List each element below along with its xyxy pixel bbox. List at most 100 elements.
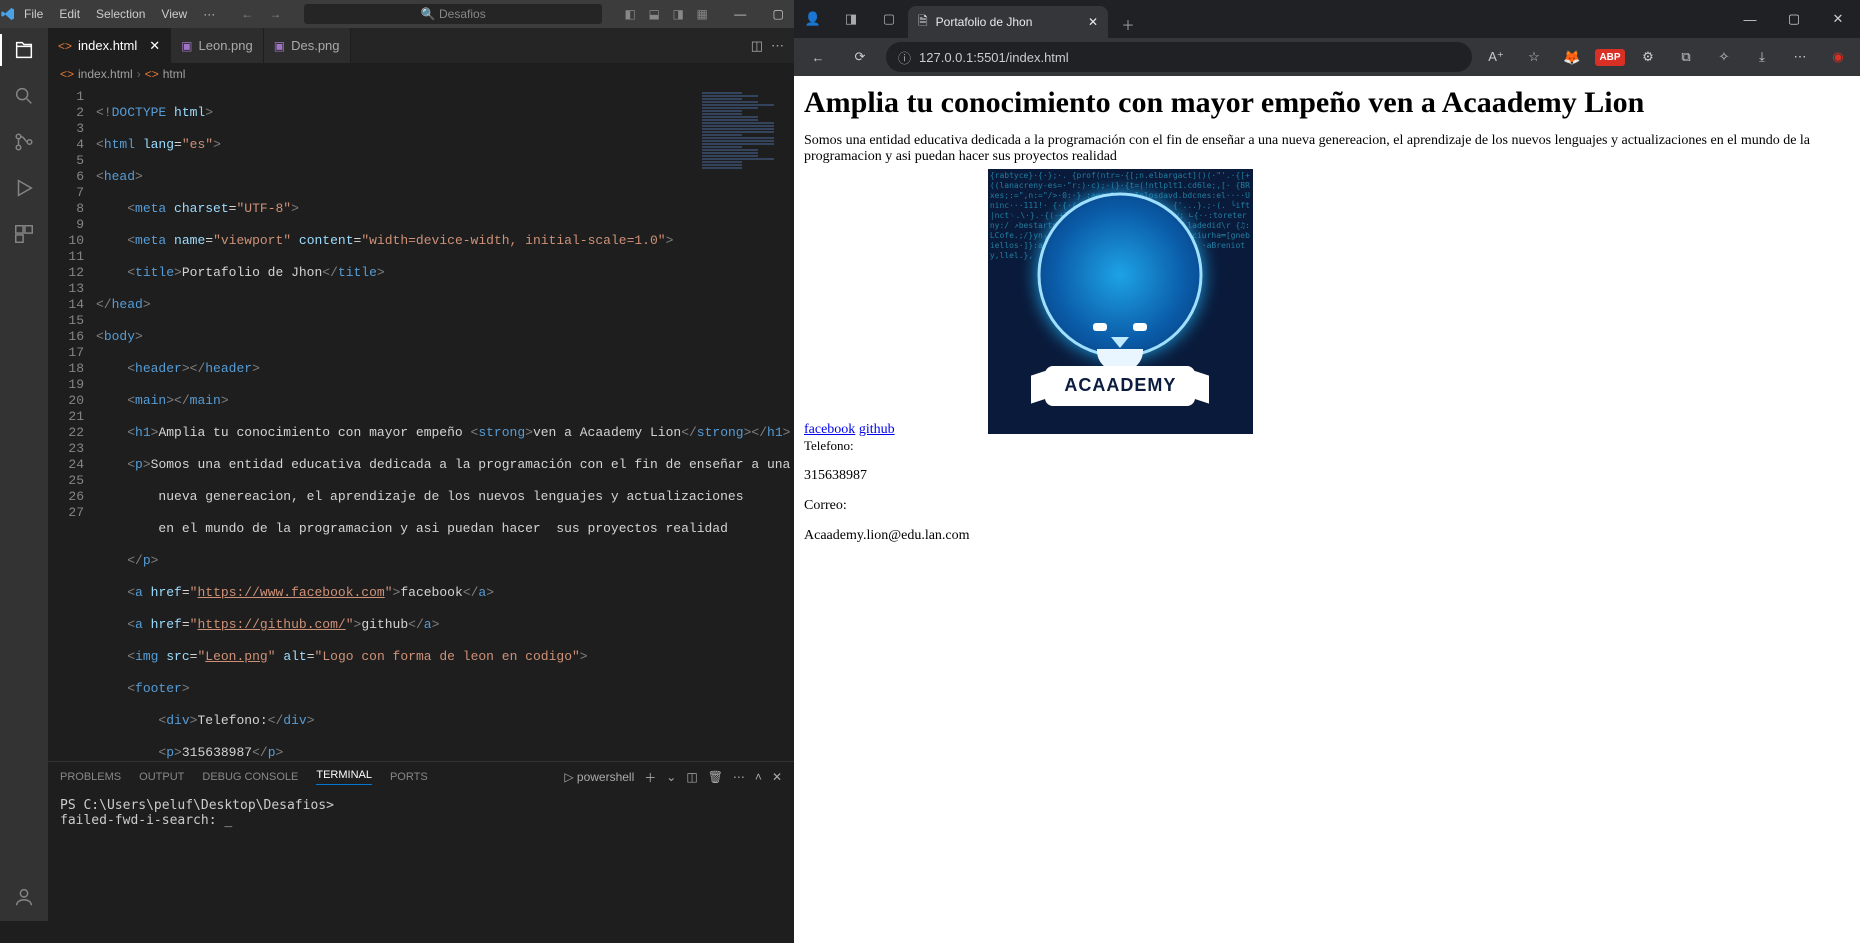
- nav-arrows: ← →: [235, 5, 287, 23]
- minimize-icon[interactable]: ―: [1728, 0, 1772, 38]
- html-file-icon: <>: [58, 39, 72, 53]
- layout-right-icon[interactable]: ◨: [667, 3, 689, 25]
- tab-des-png[interactable]: ▣ Des.png: [264, 28, 351, 63]
- collections-icon[interactable]: ⧉: [1672, 43, 1700, 71]
- read-aloud-icon[interactable]: A⁺: [1482, 43, 1510, 71]
- menu-overflow-icon[interactable]: ···: [195, 3, 223, 25]
- window-controls: ― ▢ ✕: [1728, 0, 1860, 38]
- favorites-bar-icon[interactable]: ✧: [1710, 43, 1738, 71]
- search-activity-icon[interactable]: [10, 82, 38, 110]
- profile-icon[interactable]: 👤: [794, 0, 832, 38]
- minimap[interactable]: [702, 91, 782, 151]
- tab-leon-png[interactable]: ▣ Leon.png: [171, 28, 264, 63]
- nav-back-icon[interactable]: ←: [802, 41, 834, 73]
- tab-label: Leon.png: [199, 38, 253, 53]
- code-editor[interactable]: 1234567891011121314151617181920212223242…: [48, 85, 794, 761]
- more-icon[interactable]: ⋯: [1786, 43, 1814, 71]
- vscode-body: <> index.html ✕ ▣ Leon.png ▣ Des.png ◫ ⋯: [0, 28, 794, 921]
- panel-close-icon[interactable]: ✕: [772, 770, 782, 784]
- facebook-link[interactable]: facebook: [804, 422, 855, 437]
- tab-label: Des.png: [291, 38, 339, 53]
- nav-refresh-icon[interactable]: ⟳: [844, 41, 876, 73]
- browser-window: 👤 ◨ ▢ 🗎 Portafolio de Jhon ✕ ＋ ― ▢ ✕ ← ⟳…: [794, 0, 1860, 943]
- github-link[interactable]: github: [859, 422, 895, 437]
- browser-titlebar: 👤 ◨ ▢ 🗎 Portafolio de Jhon ✕ ＋ ― ▢ ✕: [794, 0, 1860, 38]
- html-file-icon: <>: [60, 67, 74, 81]
- tab-close-icon[interactable]: ✕: [1088, 15, 1098, 29]
- new-tab-icon[interactable]: ＋: [1114, 10, 1142, 38]
- terminal-body[interactable]: PS C:\Users\peluf\Desktop\Desafios> fail…: [48, 792, 794, 921]
- kill-terminal-icon[interactable]: 🗑: [708, 770, 723, 784]
- site-info-icon[interactable]: ⓘ: [898, 48, 911, 67]
- menu-view[interactable]: View: [153, 3, 195, 25]
- breadcrumb-node: html: [163, 67, 186, 81]
- panel-tab-terminal[interactable]: TERMINAL: [316, 769, 372, 785]
- tab-index-html[interactable]: <> index.html ✕: [48, 28, 171, 63]
- source-control-icon[interactable]: [10, 128, 38, 156]
- close-icon[interactable]: ✕: [1816, 0, 1860, 38]
- layout-grid-icon[interactable]: ▦: [691, 3, 713, 25]
- favorite-icon[interactable]: ☆: [1520, 43, 1548, 71]
- nav-back-icon[interactable]: ←: [235, 5, 259, 23]
- breadcrumb[interactable]: <> index.html › <> html: [48, 63, 794, 85]
- vscode-titlebar: File Edit Selection View ··· ← → 🔍 Desaf…: [0, 0, 794, 28]
- split-editor-icon[interactable]: ◫: [751, 38, 763, 54]
- layout-bottom-icon[interactable]: ⬓: [643, 3, 665, 25]
- terminal-line: PS C:\Users\peluf\Desktop\Desafios>: [60, 798, 782, 813]
- accounts-icon[interactable]: [10, 883, 38, 911]
- extensions-icon[interactable]: ⚙: [1634, 43, 1662, 71]
- extension-icon[interactable]: 🦊: [1558, 43, 1586, 71]
- menu-selection[interactable]: Selection: [88, 3, 153, 25]
- layout-controls: ◧ ⬓ ◨ ▦: [619, 3, 713, 25]
- image-file-icon: ▣: [181, 39, 192, 53]
- panel-tab-output[interactable]: OUTPUT: [139, 771, 184, 783]
- maximize-icon[interactable]: ▢: [759, 0, 797, 28]
- page-paragraph: Somos una entidad educativa dedicada a l…: [804, 133, 1850, 165]
- tel-value: 315638987: [804, 468, 1850, 484]
- sidebar-toggle-icon[interactable]: ◨: [832, 0, 870, 38]
- adblock-icon[interactable]: ABP: [1596, 43, 1624, 71]
- vscode-statusbar: [0, 921, 794, 943]
- split-terminal-icon[interactable]: ◫: [686, 770, 697, 784]
- panel-tab-ports[interactable]: PORTS: [390, 771, 428, 783]
- panel-maximize-icon[interactable]: ˄: [755, 770, 762, 784]
- html-element-icon: <>: [145, 67, 159, 81]
- chevron-down-icon[interactable]: ⌄: [666, 770, 676, 784]
- search-icon: 🔍: [421, 7, 436, 21]
- maximize-icon[interactable]: ▢: [1772, 0, 1816, 38]
- new-terminal-icon[interactable]: ＋: [644, 769, 656, 786]
- terminal-line: failed-fwd-i-search: _: [60, 813, 782, 828]
- downloads-icon[interactable]: ⤓: [1748, 43, 1776, 71]
- nav-forward-icon[interactable]: →: [263, 5, 287, 23]
- run-debug-icon[interactable]: [10, 174, 38, 202]
- browser-tab[interactable]: 🗎 Portafolio de Jhon ✕: [908, 6, 1108, 38]
- logo-image: {rabtyce}·{·};·. {prof(ntr=·{[;n.elbarga…: [988, 169, 1253, 438]
- panel-tab-debug[interactable]: DEBUG CONSOLE: [202, 771, 298, 783]
- browser-tabs: 🗎 Portafolio de Jhon ✕ ＋: [908, 0, 1728, 38]
- extensions-icon[interactable]: [10, 220, 38, 248]
- tab-actions-icon[interactable]: ▢: [870, 0, 908, 38]
- code-content[interactable]: <!DOCTYPE html> <html lang="es"> <head> …: [96, 85, 794, 761]
- breadcrumb-file: index.html: [78, 67, 133, 81]
- bottom-panel: PROBLEMS OUTPUT DEBUG CONSOLE TERMINAL P…: [48, 761, 794, 921]
- more-actions-icon[interactable]: ⋯: [771, 38, 784, 54]
- tab-close-icon[interactable]: ✕: [149, 38, 160, 54]
- panel-tab-problems[interactable]: PROBLEMS: [60, 771, 121, 783]
- menu-file[interactable]: File: [16, 3, 51, 25]
- menu-edit[interactable]: Edit: [51, 3, 88, 25]
- address-bar[interactable]: ⓘ 127.0.0.1:5501/index.html: [886, 42, 1472, 72]
- more-icon[interactable]: ⋯: [733, 770, 745, 784]
- layout-left-icon[interactable]: ◧: [619, 3, 641, 25]
- minimize-icon[interactable]: ―: [721, 0, 759, 28]
- copilot-icon[interactable]: ◉: [1824, 43, 1852, 71]
- shell-indicator[interactable]: ▷ powershell: [564, 770, 634, 784]
- explorer-icon[interactable]: [10, 36, 38, 64]
- command-center-search[interactable]: 🔍 Desafios: [303, 3, 603, 25]
- toolbar-extensions: A⁺ ☆ 🦊 ABP ⚙ ⧉ ✧ ⤓ ⋯ ◉: [1482, 43, 1852, 71]
- url-text: 127.0.0.1:5501/index.html: [919, 50, 1069, 65]
- links-row: facebook github: [804, 422, 895, 438]
- tel-label: Telefono:: [804, 438, 1850, 454]
- mail-label: Correo:: [804, 498, 1850, 514]
- rendered-page[interactable]: Amplia tu conocimiento con mayor empeño …: [794, 76, 1860, 943]
- vscode-window: File Edit Selection View ··· ← → 🔍 Desaf…: [0, 0, 794, 943]
